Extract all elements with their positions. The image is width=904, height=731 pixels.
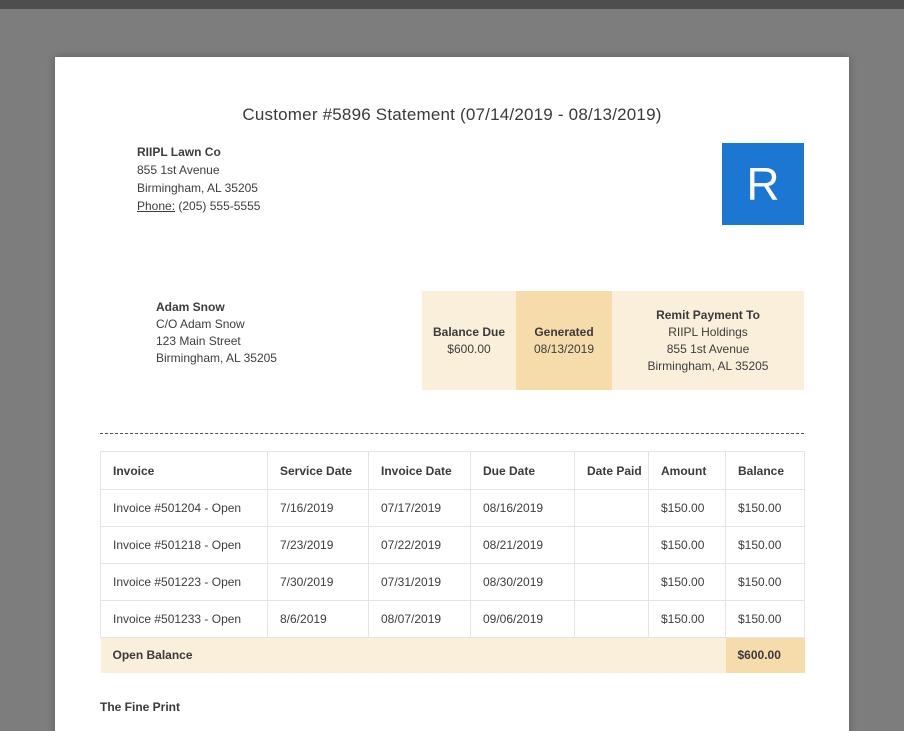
table-cell: 08/21/2019 [470, 526, 575, 564]
table-cell: 07/22/2019 [368, 526, 471, 564]
statement-page: Customer #5896 Statement (07/14/2019 - 0… [55, 57, 849, 731]
column-header: Amount [648, 451, 726, 490]
table-cell: $150.00 [725, 489, 805, 527]
remit-address-line-2: Birmingham, AL 35205 [647, 358, 769, 373]
phone-number: (205) 555-5555 [178, 199, 261, 213]
table-cell [574, 489, 649, 527]
balance-due-cell: Balance Due $600.00 [422, 291, 516, 390]
company-address-line-2: Birmingham, AL 35205 [137, 181, 258, 195]
table-cell: Invoice #501204 - Open [100, 489, 268, 527]
balance-due-value: $600.00 [447, 341, 491, 356]
column-header: Date Paid [574, 451, 649, 490]
column-header: Invoice Date [368, 451, 471, 490]
remit-label: Remit Payment To [656, 307, 760, 322]
dashed-divider [100, 433, 804, 434]
table-cell: 8/6/2019 [267, 600, 369, 638]
open-balance-value: $600.00 [725, 637, 805, 673]
remit-address-line-1: 855 1st Avenue [666, 341, 750, 356]
column-header: Balance [725, 451, 805, 490]
fine-print-section: The Fine Print Thank you for your busine… [100, 700, 804, 731]
company-name: RIIPL Lawn Co [137, 145, 221, 159]
table-cell: 08/30/2019 [470, 563, 575, 601]
company-phone-line: Phone: (205) 555-5555 [137, 197, 260, 215]
table-cell: Invoice #501223 - Open [100, 563, 268, 601]
generated-value: 08/13/2019 [533, 341, 595, 356]
table-cell: $150.00 [725, 526, 805, 564]
column-header: Service Date [267, 451, 369, 490]
table-row: Invoice #501233 - Open 8/6/2019 08/07/2019… [100, 600, 805, 638]
table-cell: 7/16/2019 [267, 489, 369, 527]
table-cell [574, 600, 649, 638]
table-cell [574, 526, 649, 564]
table-cell: $150.00 [648, 600, 726, 638]
table-cell: Invoice #501218 - Open [100, 526, 268, 564]
table-cell: 08/07/2019 [368, 600, 471, 638]
customer-name: Adam Snow [156, 300, 225, 314]
table-row: Invoice #501204 - Open 7/16/2019 07/17/201… [100, 489, 805, 527]
table-cell: $150.00 [648, 489, 726, 527]
statement-title: Customer #5896 Statement (07/14/2019 - 0… [242, 105, 662, 124]
company-logo: R [722, 143, 804, 225]
fine-print-title: The Fine Print [100, 699, 181, 714]
table-cell: 09/06/2019 [470, 600, 575, 638]
table-cell: $150.00 [648, 563, 726, 601]
customer-line-3: Birmingham, AL 35205 [156, 351, 277, 365]
table-cell: $150.00 [725, 600, 805, 638]
table-row: Invoice #501218 - Open 7/23/2019 07/22/201… [100, 526, 805, 564]
customer-line-2: 123 Main Street [156, 334, 241, 348]
generated-cell: Generated 08/13/2019 [516, 291, 612, 390]
open-balance-label: Open Balance [100, 637, 726, 673]
column-header: Due Date [470, 451, 575, 490]
table-cell: $150.00 [648, 526, 726, 564]
invoice-table-body: Invoice #501204 - Open 7/16/2019 07/17/201… [100, 489, 805, 638]
customer-info: Adam Snow C/O Adam Snow 123 Main Street … [156, 299, 277, 367]
table-cell: 07/31/2019 [368, 563, 471, 601]
statement-mid-section: Adam Snow C/O Adam Snow 123 Main Street … [100, 291, 804, 390]
table-cell: 07/17/2019 [368, 489, 471, 527]
balance-due-label: Balance Due [432, 324, 506, 339]
invoice-table: Invoice Service Date Invoice Date Due Date D… [100, 451, 805, 673]
open-balance-row: Open Balance $600.00 [100, 637, 805, 673]
table-cell: 08/16/2019 [470, 489, 575, 527]
company-info: RIIPL Lawn Co 855 1st Avenue Birmingham,… [137, 143, 260, 215]
remit-payment-cell: Remit Payment To RIIPL Holdings 855 1st … [612, 291, 804, 390]
remit-name: RIIPL Holdings [668, 324, 748, 339]
generated-label: Generated [534, 324, 594, 339]
table-cell: $150.00 [725, 563, 805, 601]
company-address-line-1: 855 1st Avenue [137, 163, 220, 177]
logo-letter: R [746, 158, 780, 210]
phone-label: Phone: [137, 199, 176, 213]
document-viewer: Customer #5896 Statement (07/14/2019 - 0… [0, 0, 904, 731]
viewer-top-bar [0, 0, 904, 9]
column-header: Invoice [100, 451, 268, 490]
table-cell: 7/23/2019 [267, 526, 369, 564]
invoice-table-header-row: Invoice Service Date Invoice Date Due Date D… [100, 451, 805, 490]
table-cell: Invoice #501233 - Open [100, 600, 268, 638]
customer-line-1: C/O Adam Snow [156, 317, 245, 331]
table-cell [574, 563, 649, 601]
table-row: Invoice #501223 - Open 7/30/2019 07/31/201… [100, 563, 805, 601]
summary-panel: Balance Due $600.00 Generated 08/13/2019… [422, 291, 804, 390]
statement-header: RIIPL Lawn Co 855 1st Avenue Birmingham,… [100, 143, 804, 225]
table-cell: 7/30/2019 [267, 563, 369, 601]
